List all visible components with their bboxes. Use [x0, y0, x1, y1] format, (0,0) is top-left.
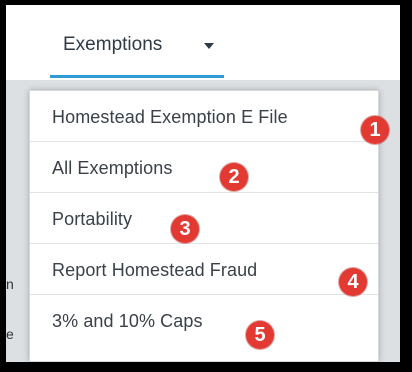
screenshot-frame: n e Exemptions Homestead Exemption E Fil… — [6, 5, 400, 362]
menu-item-all-exemptions[interactable]: All Exemptions — [30, 142, 378, 193]
menu-item-label: Homestead Exemption E File — [52, 107, 288, 127]
callout-badge-4: 4 — [339, 268, 367, 296]
callout-badge-1: 1 — [361, 116, 389, 144]
menu-item-label: 3% and 10% Caps — [52, 311, 203, 331]
callout-badge-2: 2 — [220, 163, 248, 191]
menu-item-label: Portability — [52, 209, 133, 229]
background-text-fragment: n — [6, 276, 14, 292]
caret-down-icon — [204, 43, 214, 49]
active-tab-indicator — [50, 75, 224, 78]
menu-item-report-homestead-fraud[interactable]: Report Homestead Fraud — [30, 244, 378, 295]
callout-badge-5: 5 — [246, 321, 274, 349]
menu-item-label: Report Homestead Fraud — [52, 260, 258, 280]
nav-tab-exemptions[interactable]: Exemptions — [50, 5, 224, 77]
nav-tab-label: Exemptions — [63, 34, 163, 55]
menu-item-portability[interactable]: Portability — [30, 193, 378, 244]
background-text-fragment: e — [6, 326, 14, 342]
menu-item-label: All Exemptions — [52, 158, 173, 178]
menu-item-caps[interactable]: 3% and 10% Caps — [30, 295, 378, 346]
exemptions-dropdown-menu: Homestead Exemption E File All Exemption… — [29, 90, 379, 362]
callout-badge-3: 3 — [171, 215, 199, 243]
menu-item-homestead-exemption-e-file[interactable]: Homestead Exemption E File — [30, 91, 378, 142]
